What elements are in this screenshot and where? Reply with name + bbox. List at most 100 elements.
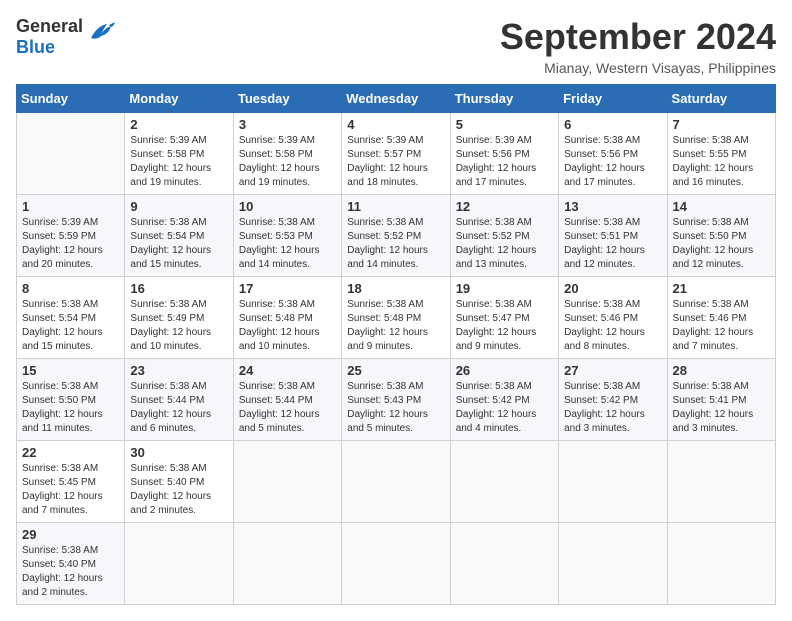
page-header: General Blue September 2024 Mianay, West… bbox=[16, 16, 776, 76]
calendar-cell: 5 Sunrise: 5:39 AMSunset: 5:56 PMDaylight… bbox=[450, 113, 558, 195]
day-info: Sunrise: 5:38 AMSunset: 5:42 PMDaylight:… bbox=[456, 380, 553, 436]
day-info: Sunrise: 5:38 AMSunset: 5:48 PMDaylight:… bbox=[347, 298, 444, 354]
day-number: 27 bbox=[564, 363, 661, 378]
day-info: Sunrise: 5:38 AMSunset: 5:44 PMDaylight:… bbox=[130, 380, 227, 436]
calendar-cell bbox=[342, 441, 450, 523]
day-info: Sunrise: 5:38 AMSunset: 5:49 PMDaylight:… bbox=[130, 298, 227, 354]
day-info: Sunrise: 5:38 AMSunset: 5:52 PMDaylight:… bbox=[347, 216, 444, 272]
day-number: 29 bbox=[22, 527, 119, 542]
calendar-cell bbox=[17, 113, 125, 195]
calendar-cell: 17 Sunrise: 5:38 AMSunset: 5:48 PMDayligh… bbox=[233, 277, 341, 359]
day-number: 28 bbox=[673, 363, 770, 378]
day-info: Sunrise: 5:39 AMSunset: 5:56 PMDaylight:… bbox=[456, 134, 553, 190]
day-info: Sunrise: 5:39 AMSunset: 5:58 PMDaylight:… bbox=[130, 134, 227, 190]
day-number: 16 bbox=[130, 281, 227, 296]
day-header-sunday: Sunday bbox=[17, 85, 125, 113]
calendar-cell bbox=[233, 523, 341, 605]
day-info: Sunrise: 5:38 AMSunset: 5:51 PMDaylight:… bbox=[564, 216, 661, 272]
day-number: 12 bbox=[456, 199, 553, 214]
calendar-cell: 23 Sunrise: 5:38 AMSunset: 5:44 PMDayligh… bbox=[125, 359, 233, 441]
day-info: Sunrise: 5:38 AMSunset: 5:53 PMDaylight:… bbox=[239, 216, 336, 272]
day-info: Sunrise: 5:38 AMSunset: 5:52 PMDaylight:… bbox=[456, 216, 553, 272]
calendar-cell bbox=[559, 523, 667, 605]
calendar-cell: 28 Sunrise: 5:38 AMSunset: 5:41 PMDayligh… bbox=[667, 359, 775, 441]
calendar-cell: 1 Sunrise: 5:39 AMSunset: 5:59 PMDaylight… bbox=[17, 195, 125, 277]
day-number: 3 bbox=[239, 117, 336, 132]
day-header-friday: Friday bbox=[559, 85, 667, 113]
logo: General Blue bbox=[16, 16, 115, 58]
calendar-cell: 2 Sunrise: 5:39 AMSunset: 5:58 PMDaylight… bbox=[125, 113, 233, 195]
day-number: 22 bbox=[22, 445, 119, 460]
calendar-week-row: 1 Sunrise: 5:39 AMSunset: 5:59 PMDaylight… bbox=[17, 195, 776, 277]
day-info: Sunrise: 5:39 AMSunset: 5:59 PMDaylight:… bbox=[22, 216, 119, 272]
day-info: Sunrise: 5:38 AMSunset: 5:48 PMDaylight:… bbox=[239, 298, 336, 354]
day-number: 5 bbox=[456, 117, 553, 132]
location-subtitle: Mianay, Western Visayas, Philippines bbox=[500, 60, 776, 76]
day-info: Sunrise: 5:38 AMSunset: 5:54 PMDaylight:… bbox=[22, 298, 119, 354]
day-info: Sunrise: 5:38 AMSunset: 5:45 PMDaylight:… bbox=[22, 462, 119, 518]
calendar-cell: 13 Sunrise: 5:38 AMSunset: 5:51 PMDayligh… bbox=[559, 195, 667, 277]
day-info: Sunrise: 5:38 AMSunset: 5:46 PMDaylight:… bbox=[564, 298, 661, 354]
day-info: Sunrise: 5:38 AMSunset: 5:46 PMDaylight:… bbox=[673, 298, 770, 354]
day-header-wednesday: Wednesday bbox=[342, 85, 450, 113]
calendar-cell: 21 Sunrise: 5:38 AMSunset: 5:46 PMDayligh… bbox=[667, 277, 775, 359]
day-number: 2 bbox=[130, 117, 227, 132]
day-number: 26 bbox=[456, 363, 553, 378]
calendar-cell: 16 Sunrise: 5:38 AMSunset: 5:49 PMDayligh… bbox=[125, 277, 233, 359]
calendar-cell: 11 Sunrise: 5:38 AMSunset: 5:52 PMDayligh… bbox=[342, 195, 450, 277]
calendar-cell: 9Sunrise: 5:38 AMSunset: 5:54 PMDaylight… bbox=[125, 195, 233, 277]
day-number: 4 bbox=[347, 117, 444, 132]
day-number: 20 bbox=[564, 281, 661, 296]
day-info: Sunrise: 5:38 AMSunset: 5:55 PMDaylight:… bbox=[673, 134, 770, 190]
calendar-cell: 7 Sunrise: 5:38 AMSunset: 5:55 PMDaylight… bbox=[667, 113, 775, 195]
day-info: Sunrise: 5:38 AMSunset: 5:50 PMDaylight:… bbox=[673, 216, 770, 272]
calendar-cell: 6 Sunrise: 5:38 AMSunset: 5:56 PMDaylight… bbox=[559, 113, 667, 195]
day-header-saturday: Saturday bbox=[667, 85, 775, 113]
calendar-cell bbox=[342, 523, 450, 605]
day-info: Sunrise: 5:38 AMSunset: 5:41 PMDaylight:… bbox=[673, 380, 770, 436]
day-number: 21 bbox=[673, 281, 770, 296]
day-info: Sunrise: 5:38 AMSunset: 5:43 PMDaylight:… bbox=[347, 380, 444, 436]
day-number: 1 bbox=[22, 199, 119, 214]
calendar-cell: 26 Sunrise: 5:38 AMSunset: 5:42 PMDayligh… bbox=[450, 359, 558, 441]
calendar-cell: 4Sunrise: 5:39 AMSunset: 5:57 PMDaylight… bbox=[342, 113, 450, 195]
calendar-cell bbox=[125, 523, 233, 605]
calendar-week-row: 15Sunrise: 5:38 AMSunset: 5:50 PMDayligh… bbox=[17, 359, 776, 441]
day-header-tuesday: Tuesday bbox=[233, 85, 341, 113]
logo-line2: Blue bbox=[16, 37, 55, 57]
month-year-title: September 2024 bbox=[500, 16, 776, 58]
calendar-week-row: 29Sunrise: 5:38 AMSunset: 5:40 PMDayligh… bbox=[17, 523, 776, 605]
day-number: 18 bbox=[347, 281, 444, 296]
day-number: 14 bbox=[673, 199, 770, 214]
day-number: 11 bbox=[347, 199, 444, 214]
calendar-cell: 14 Sunrise: 5:38 AMSunset: 5:50 PMDayligh… bbox=[667, 195, 775, 277]
calendar-week-row: 8 Sunrise: 5:38 AMSunset: 5:54 PMDaylight… bbox=[17, 277, 776, 359]
calendar-cell: 30 Sunrise: 5:38 AMSunset: 5:40 PMDayligh… bbox=[125, 441, 233, 523]
day-info: Sunrise: 5:38 AMSunset: 5:56 PMDaylight:… bbox=[564, 134, 661, 190]
logo-line1: General bbox=[16, 16, 83, 36]
title-section: September 2024 Mianay, Western Visayas, … bbox=[500, 16, 776, 76]
calendar-cell bbox=[667, 441, 775, 523]
calendar-cell: 18 Sunrise: 5:38 AMSunset: 5:48 PMDayligh… bbox=[342, 277, 450, 359]
day-number: 19 bbox=[456, 281, 553, 296]
calendar-cell bbox=[667, 523, 775, 605]
day-number: 7 bbox=[673, 117, 770, 132]
day-number: 6 bbox=[564, 117, 661, 132]
day-number: 30 bbox=[130, 445, 227, 460]
calendar-cell: 20 Sunrise: 5:38 AMSunset: 5:46 PMDayligh… bbox=[559, 277, 667, 359]
calendar-cell: 27 Sunrise: 5:38 AMSunset: 5:42 PMDayligh… bbox=[559, 359, 667, 441]
day-number: 8 bbox=[22, 281, 119, 296]
calendar-cell: 12 Sunrise: 5:38 AMSunset: 5:52 PMDayligh… bbox=[450, 195, 558, 277]
day-number: 17 bbox=[239, 281, 336, 296]
calendar-cell: 25Sunrise: 5:38 AMSunset: 5:43 PMDayligh… bbox=[342, 359, 450, 441]
day-info: Sunrise: 5:38 AMSunset: 5:44 PMDaylight:… bbox=[239, 380, 336, 436]
day-info: Sunrise: 5:38 AMSunset: 5:42 PMDaylight:… bbox=[564, 380, 661, 436]
day-info: Sunrise: 5:38 AMSunset: 5:50 PMDaylight:… bbox=[22, 380, 119, 436]
day-info: Sunrise: 5:38 AMSunset: 5:40 PMDaylight:… bbox=[130, 462, 227, 518]
logo-bird-icon bbox=[87, 20, 115, 42]
calendar-cell: 8 Sunrise: 5:38 AMSunset: 5:54 PMDaylight… bbox=[17, 277, 125, 359]
day-number: 23 bbox=[130, 363, 227, 378]
calendar-cell: 19Sunrise: 5:38 AMSunset: 5:47 PMDayligh… bbox=[450, 277, 558, 359]
day-number: 13 bbox=[564, 199, 661, 214]
calendar-table: SundayMondayTuesdayWednesdayThursdayFrid… bbox=[16, 84, 776, 605]
